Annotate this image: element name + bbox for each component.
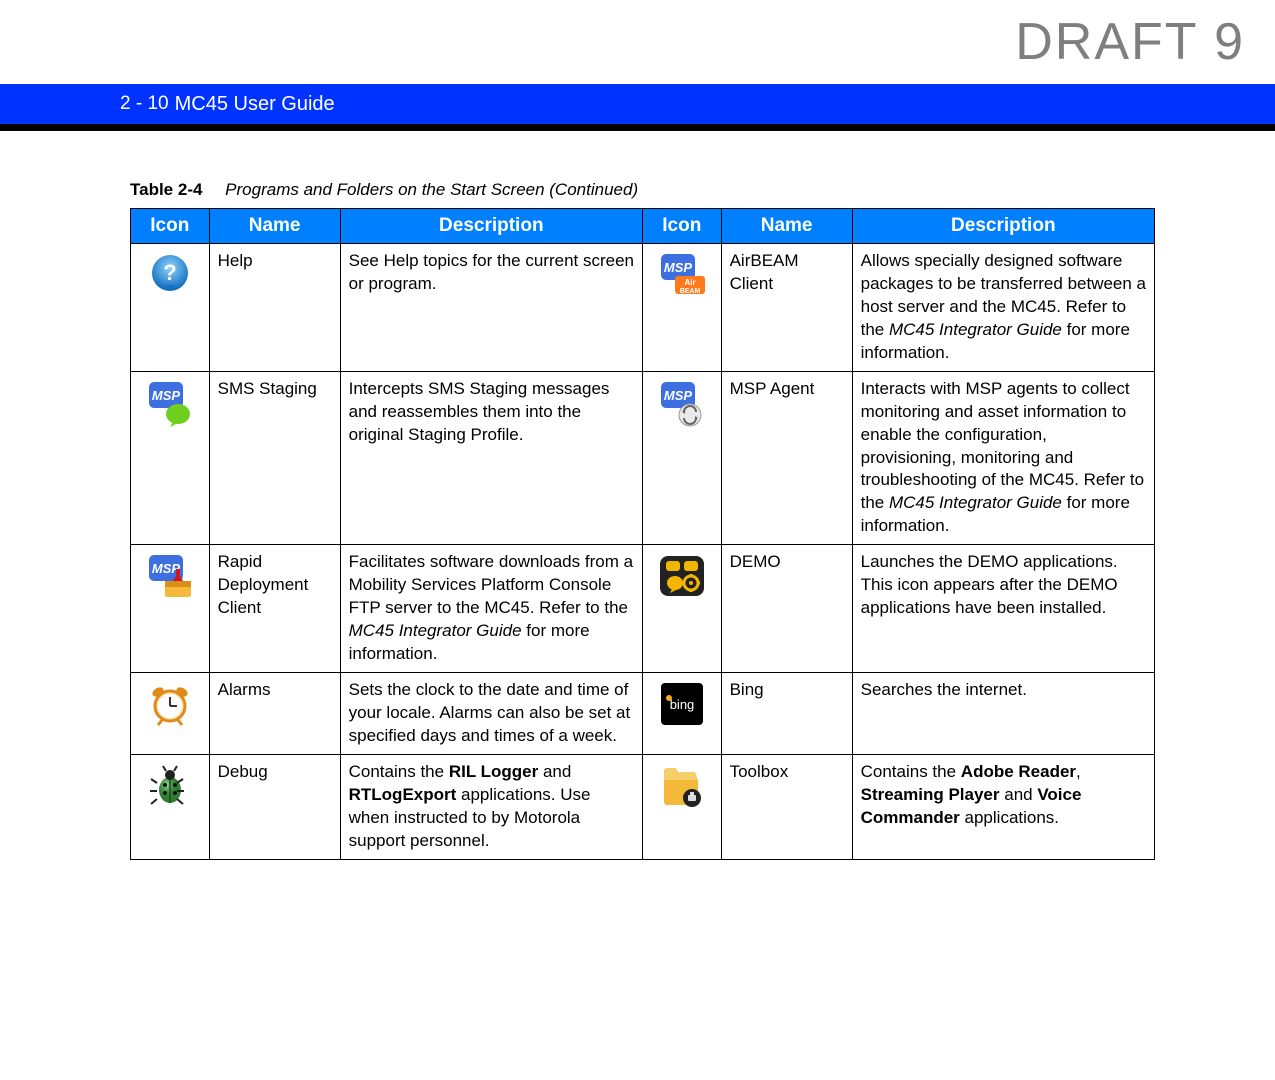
- cell-desc: Launches the DEMO applications. This ico…: [852, 545, 1154, 673]
- desc-italic: MC45 Integrator Guide: [889, 493, 1062, 512]
- guide-title: MC45 User Guide: [169, 93, 335, 116]
- desc-italic: MC45 Integrator Guide: [889, 320, 1062, 339]
- th-desc-r: Description: [852, 209, 1154, 244]
- page-number: 2 - 10: [0, 93, 169, 115]
- th-name-l: Name: [209, 209, 340, 244]
- svg-text:BEAM: BEAM: [679, 288, 700, 295]
- desc-text: Facilitates software downloads from a Mo…: [349, 552, 633, 617]
- programs-table: Icon Name Description Icon Name Descript…: [130, 208, 1155, 860]
- cell-name: Toolbox: [721, 754, 852, 859]
- cell-desc: Interacts with MSP agents to collect mon…: [852, 371, 1154, 545]
- table-caption: Table 2-4 Programs and Folders on the St…: [130, 180, 1155, 200]
- th-desc-l: Description: [340, 209, 642, 244]
- cell-name: SMS Staging: [209, 371, 340, 545]
- msp-agent-icon: MSP: [657, 378, 707, 428]
- desc-text: and: [1000, 785, 1038, 804]
- cell-desc: Contains the Adobe Reader, Streaming Pla…: [852, 754, 1154, 859]
- th-name-r: Name: [721, 209, 852, 244]
- table-row: Alarms Sets the clock to the date and ti…: [131, 672, 1155, 754]
- cell-name: DEMO: [721, 545, 852, 673]
- desc-bold: Streaming Player: [861, 785, 1000, 804]
- cell-name: Alarms: [209, 672, 340, 754]
- svg-text:Air: Air: [684, 278, 695, 287]
- cell-name: Bing: [721, 672, 852, 754]
- page-header: 2 - 10 MC45 User Guide: [0, 84, 1275, 124]
- table-row: ? Help See Help topics for the current s…: [131, 244, 1155, 372]
- th-icon-r: Icon: [642, 209, 721, 244]
- desc-text: ,: [1076, 762, 1081, 781]
- alarms-icon: [145, 679, 195, 729]
- sms-staging-icon: MSP: [145, 378, 195, 428]
- svg-text:?: ?: [163, 260, 176, 285]
- cell-name: AirBEAM Client: [721, 244, 852, 372]
- cell-name: MSP Agent: [721, 371, 852, 545]
- desc-bold: RIL Logger: [449, 762, 538, 781]
- toolbox-icon: [657, 761, 707, 811]
- svg-text:MSP: MSP: [152, 388, 181, 403]
- desc-italic: MC45 Integrator Guide: [349, 621, 522, 640]
- help-icon: ?: [145, 250, 195, 300]
- svg-text:MSP: MSP: [664, 388, 693, 403]
- desc-text: Contains the: [349, 762, 449, 781]
- table-header-row: Icon Name Description Icon Name Descript…: [131, 209, 1155, 244]
- table-row: MSP Rapid Deployment Client Facilitates …: [131, 545, 1155, 673]
- cell-desc: Sets the clock to the date and time of y…: [340, 672, 642, 754]
- svg-text:bing: bing: [669, 697, 694, 712]
- desc-bold: Adobe Reader: [961, 762, 1076, 781]
- desc-text: applications.: [960, 808, 1059, 827]
- desc-text: and: [538, 762, 571, 781]
- cell-desc: Contains the RIL Logger and RTLogExport …: [340, 754, 642, 859]
- cell-desc: Intercepts SMS Staging messages and reas…: [340, 371, 642, 545]
- rapid-deployment-icon: MSP: [145, 551, 195, 601]
- debug-icon: [145, 761, 195, 811]
- header-underline: [0, 124, 1275, 131]
- cell-name: Rapid Deployment Client: [209, 545, 340, 673]
- desc-bold: RTLogExport: [349, 785, 457, 804]
- table-row: Debug Contains the RIL Logger and RTLogE…: [131, 754, 1155, 859]
- th-icon-l: Icon: [131, 209, 210, 244]
- cell-desc: Allows specially designed software packa…: [852, 244, 1154, 372]
- table-label: Table 2-4: [130, 180, 202, 199]
- draft-watermark: DRAFT 9: [1015, 12, 1245, 72]
- cell-desc: Facilitates software downloads from a Mo…: [340, 545, 642, 673]
- cell-desc: See Help topics for the current screen o…: [340, 244, 642, 372]
- cell-desc: Searches the internet.: [852, 672, 1154, 754]
- table-caption-text: Programs and Folders on the Start Screen…: [225, 180, 638, 199]
- cell-name: Help: [209, 244, 340, 372]
- svg-text:MSP: MSP: [664, 260, 693, 275]
- table-row: MSP SMS Staging Intercepts SMS Staging m…: [131, 371, 1155, 545]
- bing-icon: bing: [657, 679, 707, 729]
- desc-text: Contains the: [861, 762, 961, 781]
- demo-icon: [657, 551, 707, 601]
- airbeam-client-icon: MSP Air BEAM: [657, 250, 707, 300]
- cell-name: Debug: [209, 754, 340, 859]
